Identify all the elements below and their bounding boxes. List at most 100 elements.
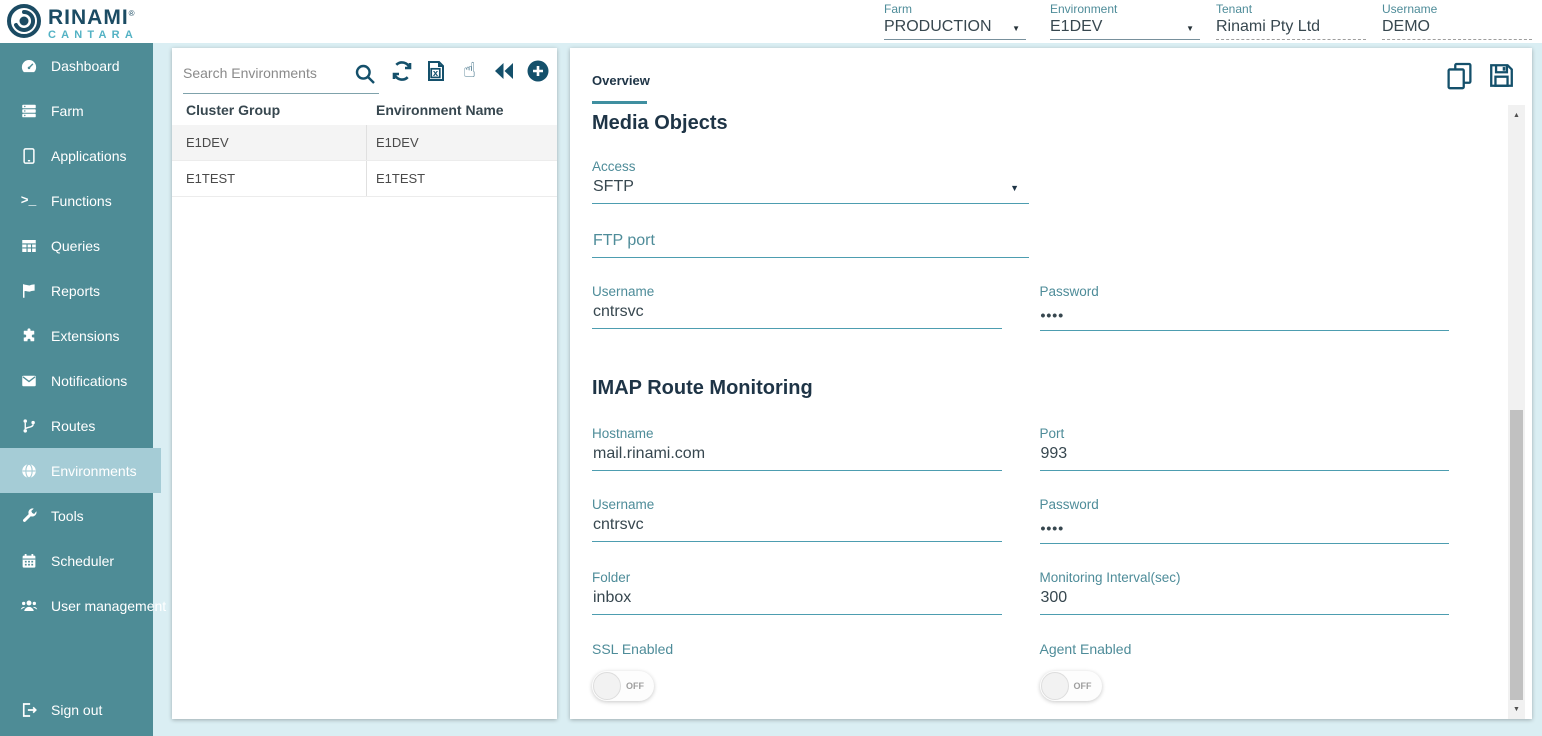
- search-input[interactable]: [183, 56, 343, 90]
- table-row[interactable]: E1DEV E1DEV: [172, 125, 557, 161]
- sidebar-item-dashboard[interactable]: Dashboard: [0, 43, 153, 88]
- panel-actions: [1445, 61, 1516, 90]
- sidebar-item-functions[interactable]: >_ Functions: [0, 178, 153, 223]
- search-icon[interactable]: [353, 62, 377, 86]
- environment-detail-panel: Overview Media Objects Access SFTP ▼: [570, 48, 1532, 719]
- cell-cluster-group[interactable]: E1TEST: [172, 161, 367, 196]
- imap-password-input[interactable]: ••••: [1040, 516, 1450, 544]
- active-tab-indicator: [592, 101, 647, 104]
- cell-environment-name[interactable]: E1TEST: [367, 171, 425, 186]
- sidebar-item-reports[interactable]: Reports: [0, 268, 153, 313]
- save-icon[interactable]: [1487, 61, 1516, 90]
- column-header-cluster-group: Cluster Group: [172, 102, 367, 118]
- sidebar-nav: Dashboard Farm Applications >_ Functions…: [0, 43, 153, 736]
- imap-username-input[interactable]: cntrsvc: [592, 516, 1002, 542]
- sidebar-item-queries[interactable]: Queries: [0, 223, 153, 268]
- imap-toggles-row: SSL Enabled OFF Agent Enabled OFF: [592, 641, 1449, 701]
- sidebar-item-label: User management: [51, 598, 166, 614]
- scheduler-calendar-icon: [19, 551, 38, 570]
- sidebar-item-applications[interactable]: Applications: [0, 133, 153, 178]
- brand-logo: RINAMI® CANTARA: [6, 3, 138, 44]
- applications-tablet-icon: [19, 146, 38, 165]
- sidebar-item-extensions[interactable]: Extensions: [0, 313, 153, 358]
- scroll-down-icon[interactable]: ▼: [1508, 701, 1525, 717]
- sidebar-item-notifications[interactable]: Notifications: [0, 358, 153, 403]
- agent-enabled-field: Agent Enabled OFF: [1040, 641, 1450, 701]
- sidebar-item-label: Queries: [51, 238, 100, 254]
- media-password-input[interactable]: ••••: [1040, 303, 1450, 331]
- folder-input[interactable]: inbox: [592, 589, 1002, 615]
- environments-globe-icon: [19, 461, 38, 480]
- hostname-field: Hostname mail.rinami.com: [592, 426, 1002, 471]
- copy-icon[interactable]: [1445, 61, 1474, 90]
- vertical-scrollbar[interactable]: ▲ ▼: [1508, 105, 1525, 719]
- add-icon[interactable]: [525, 58, 550, 83]
- port-field: Port 993: [1040, 426, 1450, 471]
- sidebar-item-label: Scheduler: [51, 553, 114, 569]
- section-title-imap: IMAP Route Monitoring: [592, 377, 1449, 400]
- ssl-enabled-field: SSL Enabled OFF: [592, 641, 1002, 701]
- sidebar-item-tools[interactable]: Tools: [0, 493, 153, 538]
- sidebar-item-scheduler[interactable]: Scheduler: [0, 538, 153, 583]
- export-excel-icon[interactable]: x: [423, 58, 448, 83]
- notifications-mail-icon: [19, 371, 38, 390]
- agent-enabled-label: Agent Enabled: [1040, 641, 1450, 657]
- farm-select[interactable]: PRODUCTION ▼: [884, 16, 1026, 40]
- user-management-users-icon: [19, 596, 38, 615]
- sign-out-icon: [19, 700, 38, 719]
- interval-input[interactable]: 300: [1040, 589, 1450, 615]
- environment-label: Environment: [1050, 2, 1200, 16]
- sidebar-item-label: Tools: [51, 508, 84, 524]
- environment-select[interactable]: E1DEV ▼: [1050, 16, 1200, 40]
- folder-label: Folder: [592, 570, 1002, 585]
- select-hand-icon[interactable]: ☝: [457, 58, 482, 83]
- sidebar-item-label: Environments: [51, 463, 137, 479]
- media-username-input[interactable]: cntrsvc: [592, 303, 1002, 329]
- ftp-port-input[interactable]: FTP port: [592, 232, 1029, 258]
- chevron-down-icon: ▼: [1186, 24, 1194, 33]
- tenant-value: Rinami Pty Ltd: [1216, 16, 1366, 40]
- sidebar-item-farm[interactable]: Farm: [0, 88, 153, 133]
- folder-field: Folder inbox: [592, 570, 1002, 615]
- username-value: DEMO: [1382, 16, 1532, 40]
- sidebar-item-routes[interactable]: Routes: [0, 403, 153, 448]
- username-field: Username DEMO: [1382, 2, 1532, 40]
- queries-table-icon: [19, 236, 38, 255]
- tab-bar: Overview: [570, 48, 1532, 105]
- tab-overview[interactable]: Overview: [592, 73, 650, 88]
- table-row[interactable]: E1TEST E1TEST: [172, 161, 557, 197]
- tenant-label: Tenant: [1216, 2, 1366, 16]
- search-field: [183, 56, 379, 94]
- username-label: Username: [592, 497, 1002, 512]
- sidebar-item-user-management[interactable]: User management: [0, 583, 153, 628]
- app-window: RINAMI® CANTARA Farm PRODUCTION ▼ Enviro…: [0, 0, 1542, 736]
- agent-enabled-toggle[interactable]: OFF: [1040, 671, 1102, 701]
- sidebar-item-environments[interactable]: Environments: [0, 448, 161, 493]
- cell-environment-name[interactable]: E1DEV: [367, 135, 419, 150]
- sidebar-item-label: Applications: [51, 148, 127, 164]
- collapse-rewind-icon[interactable]: [491, 58, 516, 83]
- refresh-icon[interactable]: [389, 58, 414, 83]
- scrollbar-thumb[interactable]: [1510, 410, 1523, 700]
- chevron-down-icon: ▼: [1010, 183, 1019, 193]
- cell-cluster-group[interactable]: E1DEV: [172, 125, 367, 160]
- imap-credentials-row: Username cntrsvc Password ••••: [592, 497, 1449, 544]
- imap-host-row: Hostname mail.rinami.com Port 993: [592, 426, 1449, 471]
- interval-field: Monitoring Interval(sec) 300: [1040, 570, 1450, 615]
- brand-subname: CANTARA: [48, 30, 138, 41]
- ssl-enabled-label: SSL Enabled: [592, 641, 1002, 657]
- sidebar-item-label: Notifications: [51, 373, 127, 389]
- sidebar-item-sign-out[interactable]: Sign out: [0, 687, 153, 732]
- scroll-up-icon[interactable]: ▲: [1508, 107, 1525, 123]
- media-credentials-row: Username cntrsvc Password ••••: [592, 284, 1449, 331]
- ssl-enabled-toggle[interactable]: OFF: [592, 671, 654, 701]
- chevron-down-icon: ▼: [1012, 24, 1020, 33]
- reports-flag-icon: [19, 281, 38, 300]
- hostname-input[interactable]: mail.rinami.com: [592, 445, 1002, 471]
- access-select[interactable]: SFTP ▼: [592, 178, 1029, 204]
- environment-field: Environment E1DEV ▼: [1050, 2, 1200, 40]
- hostname-label: Hostname: [592, 426, 1002, 441]
- port-input[interactable]: 993: [1040, 445, 1450, 471]
- imap-folder-row: Folder inbox Monitoring Interval(sec) 30…: [592, 570, 1449, 615]
- farm-server-icon: [19, 101, 38, 120]
